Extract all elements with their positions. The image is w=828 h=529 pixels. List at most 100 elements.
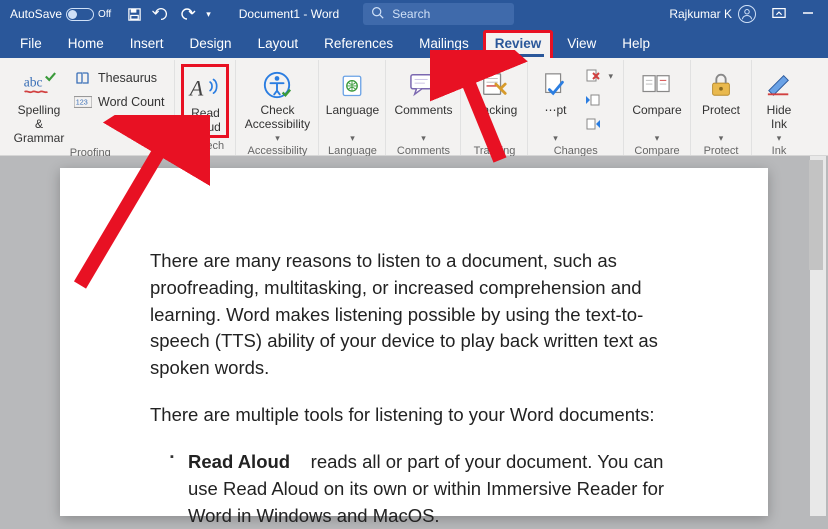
- doc-bullet-bold: Read Aloud: [188, 451, 290, 472]
- user-account[interactable]: Rajkumar K: [663, 5, 762, 23]
- chevron-down-icon: ▾: [719, 133, 724, 143]
- tab-insert[interactable]: Insert: [118, 30, 176, 58]
- group-accessibility: Check Accessibility ▾ Accessibility: [236, 60, 319, 155]
- group-comments: Comments ▾ Comments: [386, 60, 461, 155]
- spelling-icon: abc: [22, 68, 56, 102]
- tracking-icon: [479, 68, 509, 102]
- compare-button[interactable]: Compare ▾: [630, 64, 684, 143]
- autosave-toggle[interactable]: AutoSave Off: [4, 7, 117, 21]
- document-page[interactable]: There are many reasons to listen to a do…: [60, 168, 768, 516]
- tab-home[interactable]: Home: [56, 30, 116, 58]
- language-icon: [338, 68, 366, 102]
- avatar-icon: [738, 5, 756, 23]
- chevron-down-icon: ▾: [492, 133, 497, 143]
- word-count-button[interactable]: 123 Word Count: [70, 92, 168, 112]
- autosave-label: AutoSave: [10, 7, 62, 21]
- protect-label: Protect: [702, 104, 740, 132]
- spelling-grammar-button[interactable]: abc Spelling & Grammar: [12, 64, 66, 145]
- chevron-down-icon: ▾: [350, 133, 355, 143]
- tracking-button[interactable]: Tracking ▾: [467, 64, 521, 143]
- compare-icon: [641, 68, 673, 102]
- protect-button[interactable]: Protect ▾: [697, 64, 745, 143]
- language-button[interactable]: Language ▾: [325, 64, 379, 143]
- document-area: There are many reasons to listen to a do…: [0, 156, 828, 516]
- check-accessibility-label: Check Accessibility: [245, 104, 310, 132]
- doc-bullet-1: Read Aloud reads all or part of your doc…: [170, 449, 678, 529]
- minimize-icon[interactable]: [802, 7, 814, 22]
- tab-view[interactable]: View: [555, 30, 608, 58]
- reject-button[interactable]: ▾: [580, 66, 617, 86]
- doc-paragraph-2: There are multiple tools for listening t…: [150, 402, 678, 429]
- comments-icon: [408, 68, 438, 102]
- hide-ink-button[interactable]: Hide Ink ▾: [758, 64, 800, 143]
- hide-ink-icon: [765, 68, 793, 102]
- hide-ink-label: Hide Ink: [767, 104, 792, 132]
- tab-design[interactable]: Design: [178, 30, 244, 58]
- group-speech: A Read Aloud Speech: [175, 60, 236, 155]
- svg-text:123: 123: [76, 98, 88, 107]
- group-ink: Hide Ink ▾ Ink: [752, 60, 806, 155]
- previous-icon: [584, 92, 602, 108]
- reject-icon: [584, 68, 602, 84]
- accept-button[interactable]: ⋯pt ▾: [534, 64, 576, 143]
- thesaurus-button[interactable]: Thesaurus: [70, 68, 168, 88]
- comments-label: Comments: [394, 104, 452, 132]
- previous-change-button[interactable]: [580, 90, 617, 110]
- chevron-down-icon: ▾: [553, 133, 558, 143]
- read-aloud-icon: A: [188, 71, 222, 105]
- read-aloud-button[interactable]: A Read Aloud: [181, 64, 229, 138]
- window-controls: [762, 7, 824, 22]
- protect-icon: [707, 68, 735, 102]
- tab-mailings[interactable]: Mailings: [407, 30, 481, 58]
- autosave-state: Off: [98, 9, 111, 20]
- group-changes: ⋯pt ▾ ▾ Changes: [528, 60, 624, 155]
- user-name: Rajkumar K: [669, 7, 732, 21]
- group-speech-label: Speech: [187, 138, 224, 156]
- tab-layout[interactable]: Layout: [246, 30, 311, 58]
- group-proofing: abc Spelling & Grammar Thesaurus 123 Wor…: [6, 60, 175, 155]
- qat-dropdown-icon[interactable]: ▾: [206, 9, 211, 20]
- language-label: Language: [326, 104, 379, 132]
- doc-paragraph-1: There are many reasons to listen to a do…: [150, 248, 678, 382]
- search-placeholder: Search: [392, 7, 430, 21]
- thesaurus-icon: [74, 70, 92, 86]
- ribbon-options-icon[interactable]: [772, 7, 786, 22]
- chevron-down-icon: ▾: [275, 133, 280, 143]
- group-tracking: Tracking ▾ Tracking: [461, 60, 528, 155]
- group-language: Language ▾ Language: [319, 60, 386, 155]
- tab-review[interactable]: Review: [483, 30, 554, 58]
- word-count-icon: 123: [74, 94, 92, 110]
- group-compare: Compare ▾ Compare: [624, 60, 691, 155]
- comments-button[interactable]: Comments ▾: [392, 64, 454, 143]
- document-title: Document1 - Word: [229, 7, 349, 21]
- spelling-label: Spelling & Grammar: [14, 104, 65, 145]
- scrollbar-thumb[interactable]: [809, 160, 823, 270]
- accessibility-icon: [262, 68, 292, 102]
- chevron-down-icon: ▾: [421, 133, 426, 143]
- read-aloud-label: Read Aloud: [190, 107, 221, 135]
- undo-icon[interactable]: [152, 7, 170, 21]
- scrollbar[interactable]: [810, 156, 826, 516]
- redo-icon[interactable]: [180, 7, 196, 21]
- tab-references[interactable]: References: [312, 30, 405, 58]
- chevron-down-icon: ▾: [655, 133, 660, 143]
- next-change-button[interactable]: [580, 114, 617, 134]
- svg-text:abc: abc: [24, 75, 43, 90]
- toggle-off-icon: [66, 8, 94, 21]
- accept-label: ⋯pt: [544, 104, 566, 132]
- tab-help[interactable]: Help: [610, 30, 662, 58]
- thesaurus-label: Thesaurus: [98, 71, 157, 85]
- search-icon: [371, 6, 384, 22]
- word-count-label: Word Count: [98, 95, 164, 109]
- tab-file[interactable]: File: [8, 30, 54, 58]
- quick-access-toolbar: ▾: [117, 7, 221, 22]
- group-protect: Protect ▾ Protect: [691, 60, 752, 155]
- save-icon[interactable]: [127, 7, 142, 22]
- title-bar: AutoSave Off ▾ Document1 - Word Search R…: [0, 0, 828, 28]
- ribbon-tabs: File Home Insert Design Layout Reference…: [0, 28, 828, 58]
- search-box[interactable]: Search: [363, 3, 514, 25]
- chevron-down-icon: ▾: [777, 133, 782, 143]
- ribbon: abc Spelling & Grammar Thesaurus 123 Wor…: [0, 58, 828, 156]
- next-icon: [584, 116, 602, 132]
- check-accessibility-button[interactable]: Check Accessibility ▾: [242, 64, 312, 143]
